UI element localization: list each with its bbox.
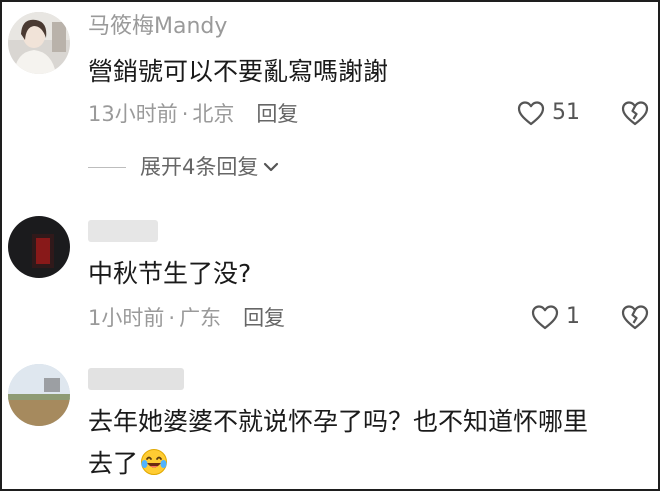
- comment-text: 去年她婆婆不就说怀孕了吗？也不知道怀哪里: [88, 407, 589, 436]
- meta-separator: ·: [168, 306, 176, 330]
- like-count: 1: [566, 304, 580, 329]
- comment-text: 中秋节生了没?: [88, 259, 252, 288]
- broken-heart-icon: [621, 101, 649, 126]
- like-button[interactable]: 51: [516, 99, 580, 127]
- comment-list: 马筱梅Mandy 營銷號可以不要亂寫嗎謝謝 13小时前 · 北京 回复 51 展开4条…: [0, 0, 660, 491]
- comment-username[interactable]: [88, 220, 158, 242]
- dislike-button[interactable]: [620, 99, 650, 131]
- chevron-down-icon: [264, 162, 279, 172]
- like-count: 51: [552, 100, 580, 125]
- comment-location: 广东: [179, 306, 222, 330]
- dislike-button[interactable]: [620, 303, 650, 335]
- comment-username[interactable]: 马筱梅Mandy: [88, 14, 227, 40]
- reply-button[interactable]: 回复: [256, 102, 298, 126]
- meta-separator: ·: [181, 102, 189, 126]
- avatar[interactable]: [8, 364, 70, 426]
- comment-time: 1小时前: [88, 306, 165, 330]
- expand-replies-button[interactable]: 展开4条回复: [88, 153, 280, 181]
- comment-time: 13小时前: [88, 102, 178, 126]
- comment-item: 去年她婆婆不就说怀孕了吗？也不知道怀哪里 去了: [2, 352, 658, 489]
- comment-text-continued: 去了: [88, 444, 168, 484]
- expand-replies-label: 展开4条回复: [140, 155, 259, 179]
- comment-username[interactable]: [88, 368, 184, 390]
- avatar[interactable]: [8, 12, 70, 74]
- comment-item: 马筱梅Mandy 營銷號可以不要亂寫嗎謝謝 13小时前 · 北京 回复 51 展开4条…: [2, 2, 658, 202]
- divider-line: [88, 166, 126, 168]
- broken-heart-icon: [621, 305, 649, 330]
- comment-text: 營銷號可以不要亂寫嗎謝謝: [88, 57, 389, 86]
- laughing-tears-emoji-icon: [141, 449, 168, 475]
- comment-meta: 13小时前 · 北京 回复: [88, 100, 298, 128]
- comment-meta: 1小时前 · 广东 回复: [88, 304, 285, 332]
- heart-outline-icon: [531, 305, 559, 330]
- heart-outline-icon: [517, 101, 545, 126]
- like-button[interactable]: 1: [530, 303, 580, 331]
- comment-item: 中秋节生了没? 1小时前 · 广东 回复 1: [2, 202, 658, 352]
- avatar[interactable]: [8, 216, 70, 278]
- reply-button[interactable]: 回复: [243, 306, 285, 330]
- comment-location: 北京: [192, 102, 235, 126]
